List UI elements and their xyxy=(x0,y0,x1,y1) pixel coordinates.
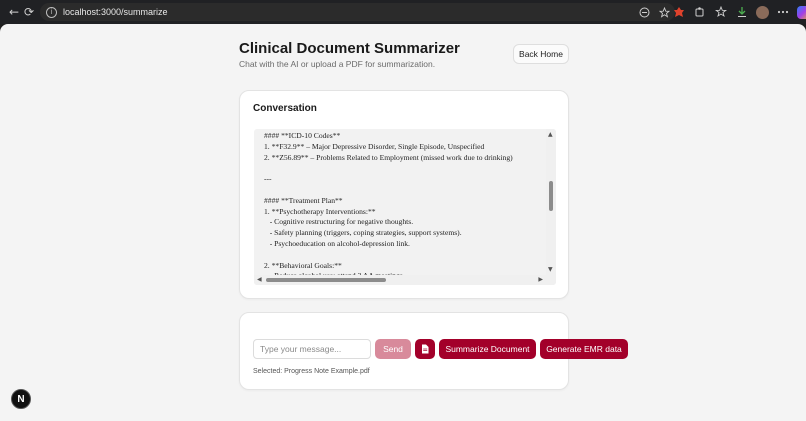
horizontal-scrollbar[interactable]: ◀ ▶ xyxy=(254,275,556,285)
selected-file-label: Selected: Progress Note Example.pdf xyxy=(253,368,370,375)
extensions-puzzle-icon[interactable] xyxy=(693,5,707,19)
copilot-icon[interactable] xyxy=(797,5,806,19)
page-subtitle: Chat with the AI or upload a PDF for sum… xyxy=(239,59,436,69)
message-line: 1. **Psychotherapy Interventions:** xyxy=(264,206,376,216)
reload-icon[interactable]: ⟳ xyxy=(19,2,39,22)
back-home-button[interactable]: Back Home xyxy=(513,44,569,64)
upload-pdf-button[interactable] xyxy=(415,339,435,359)
chat-input-card: Send Summarize Document Generate EMR dat… xyxy=(239,312,628,390)
message-line: - Safety planning (triggers, coping stra… xyxy=(264,228,462,238)
horizontal-scroll-thumb[interactable] xyxy=(266,278,386,282)
summarize-document-button[interactable]: Summarize Document xyxy=(439,339,536,359)
nextjs-dev-badge[interactable]: N xyxy=(11,389,31,409)
message-scroll-area[interactable]: #### **ICD-10 Codes** 1. **F32.9** – Maj… xyxy=(254,129,556,285)
message-input[interactable] xyxy=(253,339,371,359)
scroll-down-icon[interactable]: ▼ xyxy=(548,266,553,273)
vertical-scrollbar[interactable]: ▲ ▼ xyxy=(546,129,556,275)
message-line xyxy=(264,185,546,196)
vertical-scroll-thumb[interactable] xyxy=(549,181,553,211)
message-line: 2. **Behavioral Goals:** xyxy=(264,260,342,270)
favorite-star-icon[interactable] xyxy=(657,5,671,19)
page-title: Clinical Document Summarizer xyxy=(239,40,460,57)
translate-icon[interactable] xyxy=(637,5,651,19)
scroll-left-icon[interactable]: ◀ xyxy=(257,276,262,283)
scroll-right-icon[interactable]: ▶ xyxy=(538,276,543,283)
message-line xyxy=(264,163,546,174)
scroll-up-icon[interactable]: ▲ xyxy=(548,131,553,138)
conversation-title: Conversation xyxy=(253,103,317,114)
page-viewport: Clinical Document Summarizer Chat with t… xyxy=(0,24,806,421)
message-line: --- xyxy=(264,174,272,184)
extensions-area xyxy=(672,4,806,20)
extension-leaf-icon[interactable] xyxy=(672,5,686,19)
assistant-message: #### **ICD-10 Codes** 1. **F32.9** – Maj… xyxy=(264,131,546,282)
generate-emr-button[interactable]: Generate EMR data xyxy=(540,339,628,359)
message-line: 2. **Z56.89** – Problems Related to Empl… xyxy=(264,152,513,162)
conversation-card: Conversation #### **ICD-10 Codes** 1. **… xyxy=(239,90,569,299)
site-info-icon[interactable]: i xyxy=(46,6,57,18)
more-options-icon[interactable] xyxy=(776,5,790,19)
message-line: #### **Treatment Plan** xyxy=(264,195,343,205)
url-text[interactable]: localhost:3000/summarize xyxy=(63,7,168,17)
message-line: - Psychoeducation on alcohol-depression … xyxy=(264,238,410,248)
favorites-bar-icon[interactable] xyxy=(714,5,728,19)
message-line: #### **ICD-10 Codes** xyxy=(264,131,341,140)
address-bar[interactable]: i localhost:3000/summarize xyxy=(40,3,675,21)
downloads-icon[interactable] xyxy=(735,5,749,19)
message-line xyxy=(264,250,546,261)
browser-toolbar: ← ⟳ i localhost:3000/summarize xyxy=(0,0,806,24)
message-line: 1. **F32.9** – Major Depressive Disorder… xyxy=(264,141,485,151)
profile-avatar-icon[interactable] xyxy=(756,5,769,19)
document-icon xyxy=(422,344,429,354)
send-button[interactable]: Send xyxy=(375,339,411,359)
message-line: - Cognitive restructuring for negative t… xyxy=(264,217,414,227)
